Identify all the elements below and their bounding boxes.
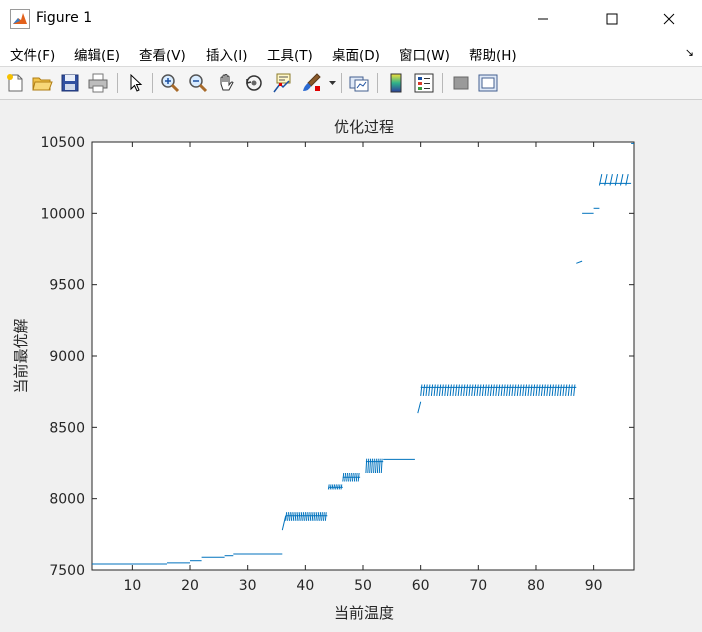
- pan-hand-icon[interactable]: [215, 72, 237, 94]
- x-tick-label: 10: [123, 578, 141, 594]
- menu-bar: 文件(F) 编辑(E) 查看(V) 插入(I) 工具(T) 桌面(D) 窗口(W…: [0, 38, 702, 67]
- y-tick-label: 8500: [49, 420, 85, 436]
- window-title: Figure 1: [36, 10, 93, 26]
- x-tick-label: 50: [354, 578, 372, 594]
- brush-icon[interactable]: [300, 72, 322, 94]
- menu-help[interactable]: 帮助(H): [469, 44, 517, 64]
- figure-toolbar: [0, 67, 702, 100]
- menu-desktop[interactable]: 桌面(D): [332, 44, 380, 64]
- menu-window[interactable]: 窗口(W): [399, 44, 450, 64]
- pointer-icon[interactable]: [124, 72, 146, 94]
- chart-title: 优化过程: [334, 118, 394, 136]
- series-oscillation: [365, 458, 383, 474]
- toolbar-separator: [377, 73, 378, 93]
- axes-background: [91, 141, 635, 571]
- maximize-icon: [606, 13, 618, 25]
- matlab-logo-icon: [10, 9, 30, 29]
- y-tick-label: 7500: [49, 563, 85, 579]
- close-icon: [663, 13, 675, 25]
- x-tick-label: 70: [469, 578, 487, 594]
- x-tick-label: 20: [181, 578, 199, 594]
- hide-plot-tools-icon[interactable]: [450, 72, 472, 94]
- minimize-button[interactable]: [520, 0, 566, 38]
- link-plot-icon[interactable]: [348, 72, 370, 94]
- menu-tools[interactable]: 工具(T): [267, 44, 313, 64]
- y-tick-label: 9000: [49, 349, 85, 365]
- data-cursor-icon[interactable]: [271, 72, 293, 94]
- series-oscillation: [342, 472, 360, 482]
- legend-icon[interactable]: [413, 72, 435, 94]
- brush-dropdown-arrow-icon[interactable]: [329, 80, 336, 86]
- figure-canvas: 优化过程 7500 8000 8500 9000 9500 10000 10500 10 20…: [0, 100, 702, 628]
- minimize-icon: [538, 18, 548, 20]
- menu-edit[interactable]: 编辑(E): [74, 44, 120, 64]
- x-tick-label: 90: [585, 578, 603, 594]
- title-bar: Figure 1: [0, 0, 702, 38]
- y-tick-label: 10500: [40, 135, 85, 151]
- menu-file[interactable]: 文件(F): [10, 44, 55, 64]
- maximize-button[interactable]: [589, 0, 635, 38]
- toolbar-separator: [117, 73, 118, 93]
- zoom-out-icon[interactable]: [187, 72, 209, 94]
- y-tick-label: 8000: [49, 492, 85, 508]
- y-tick-label: 10000: [40, 206, 85, 222]
- x-axis-label: 当前温度: [334, 604, 394, 622]
- menu-overflow-arrow-icon[interactable]: ↘: [685, 46, 694, 59]
- rotate-3d-icon[interactable]: [243, 72, 265, 94]
- x-tick-label: 30: [239, 578, 257, 594]
- x-tick-label: 60: [412, 578, 430, 594]
- close-button[interactable]: [646, 0, 692, 38]
- new-figure-icon[interactable]: [4, 72, 26, 94]
- show-plot-tools-icon[interactable]: [477, 72, 499, 94]
- y-tick-label: 9500: [49, 278, 85, 294]
- x-tick-label: 40: [296, 578, 314, 594]
- zoom-in-icon[interactable]: [159, 72, 181, 94]
- menu-insert[interactable]: 插入(I): [206, 44, 248, 64]
- open-folder-icon[interactable]: [31, 72, 53, 94]
- toolbar-separator: [152, 73, 153, 93]
- menu-view[interactable]: 查看(V): [139, 44, 186, 64]
- save-icon[interactable]: [59, 72, 81, 94]
- print-icon[interactable]: [87, 72, 109, 94]
- toolbar-separator: [442, 73, 443, 93]
- y-axis-label: 当前最优解: [12, 318, 30, 393]
- x-tick-label: 80: [527, 578, 545, 594]
- colorbar-icon[interactable]: [385, 72, 407, 94]
- plot-svg[interactable]: 优化过程 7500 8000 8500 9000 9500 10000 10500 10 20…: [0, 100, 702, 628]
- toolbar-separator: [341, 73, 342, 93]
